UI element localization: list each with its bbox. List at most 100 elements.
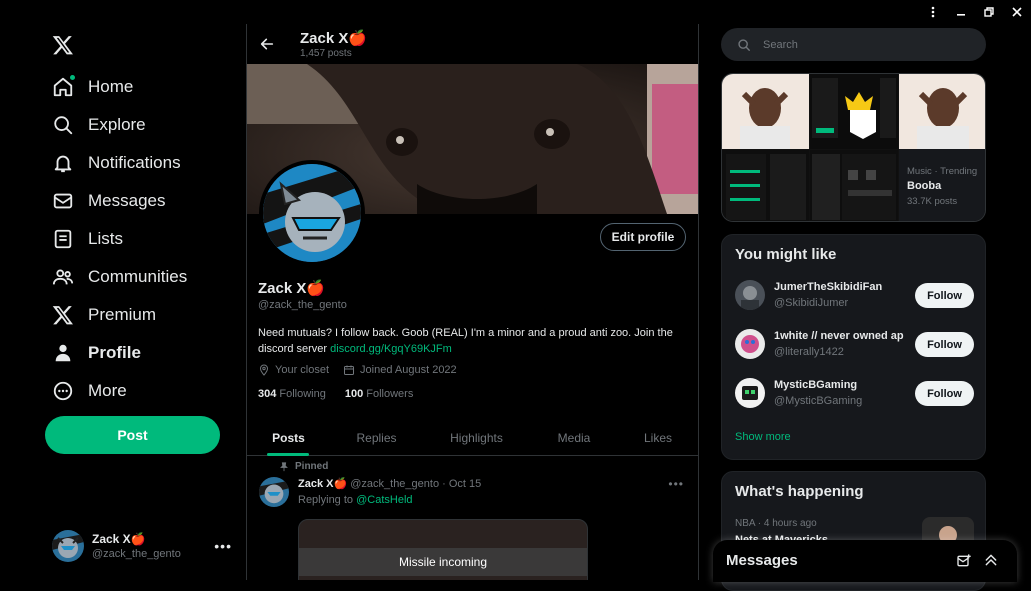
nav-notifications[interactable]: Notifications bbox=[52, 148, 181, 178]
x-logo-icon[interactable] bbox=[52, 34, 74, 56]
messages-drawer[interactable]: Messages bbox=[713, 540, 1017, 582]
more-horizontal-icon[interactable]: ••• bbox=[214, 538, 232, 554]
replying-to: Replying to @CatsHeld bbox=[298, 494, 413, 506]
nav-label: Notifications bbox=[88, 153, 181, 172]
account-switcher[interactable]: Zack X🍎 @zack_the_gento ••• bbox=[52, 530, 242, 562]
post-media[interactable]: Missile incoming bbox=[298, 519, 588, 580]
new-message-icon[interactable] bbox=[956, 553, 972, 569]
profile-column: Zack X🍎 1,457 posts Edit profile Zack X🍎… bbox=[247, 24, 698, 580]
post-author[interactable]: Zack X🍎 bbox=[298, 478, 347, 490]
show-more-link[interactable]: Show more bbox=[735, 431, 791, 443]
nav-premium[interactable]: Premium bbox=[52, 300, 156, 330]
follow-counts: 304 Following 100 Followers bbox=[258, 388, 413, 400]
location-pin-icon bbox=[258, 364, 270, 376]
bell-icon bbox=[52, 152, 74, 174]
tab-posts[interactable]: Posts bbox=[247, 420, 330, 456]
avatar bbox=[735, 378, 765, 408]
trend-image[interactable] bbox=[810, 74, 898, 149]
card-title: What's happening bbox=[735, 483, 864, 500]
profile-handle: @zack_the_gento bbox=[258, 299, 347, 311]
more-horizontal-icon[interactable]: ••• bbox=[668, 477, 684, 491]
trend-image[interactable] bbox=[899, 74, 985, 149]
search-icon bbox=[737, 38, 751, 52]
happening-meta: NBA · 4 hours ago bbox=[735, 518, 817, 529]
followers-link[interactable]: 100 Followers bbox=[345, 388, 413, 400]
nav-label: Communities bbox=[88, 267, 188, 286]
tab-likes[interactable]: Likes bbox=[618, 420, 698, 456]
search-input[interactable]: Search bbox=[721, 28, 986, 61]
pinned-text: Pinned bbox=[295, 461, 329, 472]
bio-link[interactable]: discord.gg/KgqY69KJFm bbox=[330, 343, 452, 355]
followers-label: Followers bbox=[366, 388, 414, 400]
edit-profile-button[interactable]: Edit profile bbox=[600, 223, 686, 251]
following-link[interactable]: 304 Following bbox=[258, 388, 326, 400]
left-sidebar: Home Explore Notifications Messages List… bbox=[0, 0, 246, 580]
trend-category: Music · Trending bbox=[907, 166, 978, 177]
nav-more[interactable]: More bbox=[52, 376, 127, 406]
replying-to-link[interactable]: @CatsHeld bbox=[356, 494, 412, 506]
nav-communities[interactable]: Communities bbox=[52, 262, 187, 292]
profile-meta: Your closet Joined August 2022 bbox=[258, 364, 457, 376]
profile-tabs: Posts Replies Highlights Media Likes bbox=[247, 420, 698, 456]
nav-profile[interactable]: Profile bbox=[52, 338, 141, 368]
trending-media-grid[interactable]: Music · Trending Booba 33.7K posts bbox=[721, 73, 986, 222]
trend-title: Booba bbox=[907, 180, 942, 192]
calendar-icon bbox=[343, 364, 355, 376]
profile-avatar[interactable] bbox=[259, 160, 365, 266]
chevron-up-double-icon[interactable] bbox=[983, 552, 999, 568]
suggestion-item[interactable]: JumerTheSkibidiFan @SkibidiJumer Follow bbox=[735, 280, 980, 312]
tab-media[interactable]: Media bbox=[530, 420, 618, 456]
more-circle-icon bbox=[52, 380, 74, 402]
avatar bbox=[735, 329, 765, 359]
joined: Joined August 2022 bbox=[343, 364, 457, 376]
nav-label: Home bbox=[88, 77, 134, 96]
suggestion-handle: @SkibidiJumer bbox=[774, 297, 849, 309]
close-icon[interactable] bbox=[1003, 0, 1031, 24]
suggestion-item[interactable]: MysticBGaming @MysticBGaming Follow bbox=[735, 378, 980, 410]
nav-explore[interactable]: Explore bbox=[52, 110, 146, 140]
messages-drawer-title: Messages bbox=[726, 552, 798, 569]
following-label: Following bbox=[279, 388, 326, 400]
tab-highlights[interactable]: Highlights bbox=[423, 420, 530, 456]
nav-lists[interactable]: Lists bbox=[52, 224, 123, 254]
follow-button[interactable]: Follow bbox=[915, 283, 974, 308]
pinned-label: Pinned bbox=[279, 461, 328, 472]
person-icon bbox=[52, 342, 74, 364]
followers-count: 100 bbox=[344, 388, 364, 400]
account-handle: @zack_the_gento bbox=[92, 548, 181, 560]
nav-home[interactable]: Home bbox=[52, 72, 133, 102]
trend-image[interactable] bbox=[722, 74, 809, 149]
profile-name: Zack X🍎 bbox=[258, 280, 326, 297]
nav-messages[interactable]: Messages bbox=[52, 186, 165, 216]
x-logo-icon bbox=[52, 304, 74, 326]
notification-dot bbox=[69, 74, 76, 81]
profile-bio: Need mutuals? I follow back. Goob (REAL)… bbox=[258, 325, 683, 357]
post-header: Zack X🍎 @zack_the_gento · Oct 15 bbox=[298, 477, 481, 490]
trend-count: 33.7K posts bbox=[907, 196, 958, 207]
follow-button[interactable]: Follow bbox=[915, 381, 974, 406]
pin-icon bbox=[279, 461, 289, 472]
following-count: 304 bbox=[258, 388, 277, 400]
post-button[interactable]: Post bbox=[45, 416, 220, 454]
suggestion-name: 1white // never owned ap bbox=[774, 330, 904, 342]
trend-info[interactable]: Music · Trending Booba 33.7K posts bbox=[899, 149, 985, 221]
header-name: Zack X🍎 bbox=[300, 30, 368, 47]
suggestion-item[interactable]: 1white // never owned ap @literally1422 … bbox=[735, 329, 980, 361]
trend-image[interactable] bbox=[810, 150, 898, 221]
divider bbox=[698, 24, 699, 580]
trend-image[interactable] bbox=[722, 150, 809, 221]
tab-replies[interactable]: Replies bbox=[330, 420, 423, 456]
nav-label: Profile bbox=[88, 343, 141, 362]
media-caption: Missile incoming bbox=[299, 548, 587, 576]
nav-label: Messages bbox=[88, 191, 166, 210]
follow-button[interactable]: Follow bbox=[915, 332, 974, 357]
nav-label: More bbox=[88, 381, 127, 400]
back-arrow-icon[interactable] bbox=[259, 36, 275, 52]
pinned-post[interactable]: Pinned Zack X🍎 @zack_the_gento · Oct 15 … bbox=[247, 457, 698, 580]
bio-text: Need mutuals? I follow back. Goob (REAL)… bbox=[258, 327, 673, 355]
avatar bbox=[735, 280, 765, 310]
avatar[interactable] bbox=[259, 477, 289, 507]
location: Your closet bbox=[258, 364, 329, 376]
home-icon bbox=[52, 74, 76, 98]
profile-header: Zack X🍎 1,457 posts bbox=[247, 24, 698, 64]
